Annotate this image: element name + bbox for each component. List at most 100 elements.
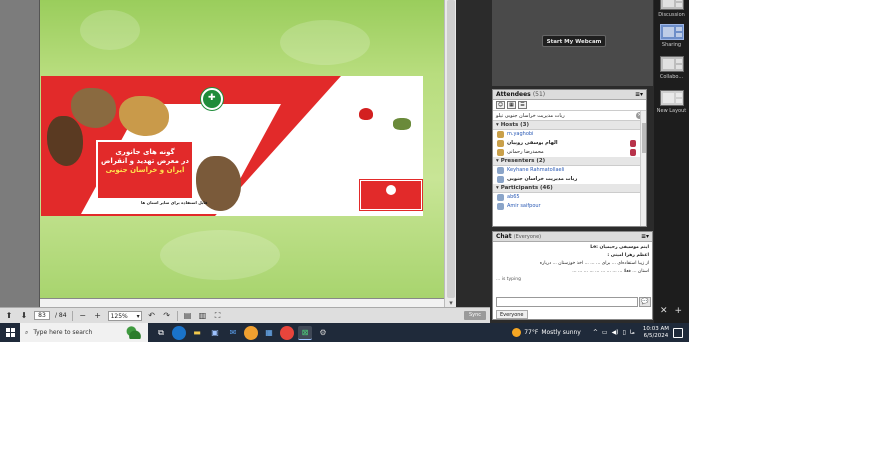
attendee-row[interactable]: الهام یوسفی روپیان (493, 139, 646, 148)
list-view-icon[interactable]: ☰ (518, 101, 527, 109)
attendee-row[interactable]: ربات مدیریت خراسان جنوبی (493, 175, 646, 184)
attendees-pod: Attendees (51) ≡▾ ☺ ▦ ☰ ربات مدیریت خراس… (492, 89, 647, 227)
attendee-name: Amir saifpour (507, 203, 541, 209)
chat-message: اینم موسیقی رحیمیان :Le (590, 245, 649, 250)
undo-icon[interactable]: ↶ (147, 311, 157, 321)
mail-icon[interactable]: ✉ (226, 326, 240, 340)
user-status-icon[interactable]: ☺ (496, 101, 505, 109)
participant-icon (497, 194, 504, 201)
speaker-icon[interactable]: ◀) (612, 329, 619, 336)
layout-label: New Layout (656, 108, 687, 114)
sun-icon (512, 328, 522, 337)
attendee-row[interactable]: محمدرضا رحمانی (493, 148, 646, 157)
background-leaf (160, 230, 280, 280)
left-side-strip (0, 0, 40, 307)
scrollbar-thumb[interactable] (642, 123, 646, 153)
attendee-row[interactable]: ab65 (493, 193, 646, 202)
taskbar-search[interactable]: ⌕ Type here to search (20, 323, 148, 342)
participant-icon (497, 203, 504, 210)
attendee-row[interactable]: Keyhane Rahmatollaeli (493, 166, 646, 175)
windows-start-icon[interactable] (0, 323, 20, 342)
grid-view-icon[interactable]: ▦ (507, 101, 516, 109)
layout-new[interactable]: New Layout (656, 90, 687, 114)
presentation-slide: گونه های جانوری در معرض تهدید و انقراض ا… (41, 76, 423, 216)
attendee-row[interactable]: Amir saifpour (493, 202, 646, 211)
document-scrollbar[interactable]: ▾ (444, 0, 456, 307)
layout-thumbnail (659, 56, 684, 72)
network-icon[interactable]: ▭ (602, 329, 608, 336)
app-icon[interactable]: ▦ (262, 326, 276, 340)
chat-input[interactable] (496, 297, 638, 307)
slide-title-box: گونه های جانوری در معرض تهدید و انقراض ا… (96, 140, 194, 200)
language-indicator[interactable]: ما (630, 329, 635, 336)
arrow-down-icon[interactable]: ⬇ (19, 311, 29, 321)
connect-app-icon[interactable]: ⊠ (298, 325, 312, 340)
chrome-icon[interactable] (280, 325, 294, 340)
attendee-name: ab65 (507, 194, 520, 200)
task-view-icon[interactable]: ⧉ (154, 326, 168, 340)
battery-icon[interactable]: ▯ (623, 329, 626, 336)
pod-menu-icon[interactable]: ≡▾ (641, 232, 649, 242)
page-number-input[interactable]: 83 (34, 311, 50, 320)
attendees-scrollbar[interactable] (640, 111, 646, 226)
group-participants[interactable]: ▾ Participants (46) (493, 184, 646, 193)
tray-chevron-icon[interactable]: ^ (593, 329, 598, 336)
webcam-pod: Start My Webcam (492, 0, 653, 86)
scroll-down-icon[interactable]: ▾ (446, 299, 456, 307)
layout-thumbnail (659, 24, 684, 40)
chat-header: Chat (Everyone) ≡▾ (493, 232, 652, 242)
start-webcam-button[interactable]: Start My Webcam (542, 35, 606, 47)
right-pods: Start My Webcam Attendees (51) ≡▾ ☺ ▦ ☰ … (490, 0, 654, 323)
sync-button[interactable]: Sync (464, 311, 486, 320)
weather-widget[interactable]: 77°F Mostly sunny (512, 328, 581, 337)
next-page-edge (40, 298, 444, 307)
edge-icon[interactable] (172, 325, 186, 340)
fit-page-icon[interactable]: ▤ (183, 311, 193, 321)
file-explorer-icon[interactable]: ▬ (190, 326, 204, 340)
chat-title: Chat (496, 233, 512, 240)
full-screen-icon[interactable]: ⛶ (213, 311, 223, 321)
background-leaf (280, 20, 370, 65)
pod-menu-icon[interactable]: ≡▾ (635, 90, 643, 100)
redo-icon[interactable]: ↷ (162, 311, 172, 321)
weather-text: Mostly sunny (541, 329, 581, 336)
toolbar-divider (176, 310, 178, 321)
layout-collaboration[interactable]: Collabo... (656, 56, 687, 80)
chat-messages: اینم موسیقی رحیمیان :Le اعظم زهرا امینی … (493, 242, 652, 295)
attendee-row[interactable]: m.yaghobi (493, 130, 646, 139)
taskbar-apps: ⧉ ▬ ▣ ✉ ▦ ⊠ ⚙ (154, 325, 330, 340)
system-tray: ^ ▭ ◀) ▯ ما (593, 329, 635, 336)
chat-scope: (Everyone) (513, 234, 542, 240)
arrow-up-icon[interactable]: ⬆ (4, 311, 14, 321)
clock-date: 6/5/2024 (643, 332, 669, 339)
zoom-out-icon[interactable]: − (78, 311, 88, 321)
environment-logo (201, 88, 223, 110)
add-layout-icon[interactable]: + (675, 306, 683, 316)
green-logo (393, 118, 411, 130)
clock[interactable]: 10:03 AM 6/5/2024 (643, 326, 669, 340)
scrollbar-thumb[interactable] (447, 0, 455, 298)
zoom-in-icon[interactable]: + (93, 311, 103, 321)
zoom-select[interactable]: 125% (107, 310, 142, 321)
app-icon[interactable]: ⚙ (316, 326, 330, 340)
chat-tab-everyone[interactable]: Everyone (496, 310, 528, 319)
group-presenters[interactable]: ▾ Presenters (2) (493, 157, 646, 166)
slide-title-line3: ایران و خراسان جنوبی (105, 166, 185, 174)
layout-sharing[interactable]: Sharing (656, 24, 687, 48)
fit-width-icon[interactable]: ▥ (198, 311, 208, 321)
slide-title-line2: در معرض تهدید و انقراض (101, 157, 189, 165)
layout-discussion[interactable]: Discussion (656, 0, 687, 18)
document-viewer[interactable]: گونه های جانوری در معرض تهدید و انقراض ا… (40, 0, 444, 298)
presenter-icon (497, 176, 504, 183)
layout-label: Sharing (661, 42, 682, 48)
chat-message: اعظم زهرا امینی : (607, 253, 649, 258)
group-label: Presenters (2) (500, 158, 546, 164)
windows-taskbar: ⌕ Type here to search ⧉ ▬ ▣ ✉ ▦ ⊠ ⚙ 77°F… (0, 323, 689, 342)
store-icon[interactable]: ▣ (208, 326, 222, 340)
settings-icon[interactable]: ✕ (660, 306, 668, 316)
notification-icon[interactable] (673, 327, 683, 338)
browser-app-icon[interactable] (244, 325, 258, 340)
send-message-icon[interactable]: 💬 (639, 297, 651, 307)
slide-footer: قابل استفاده برای سایر استان ها (141, 200, 208, 205)
group-hosts[interactable]: ▾ Hosts (3) (493, 121, 646, 130)
